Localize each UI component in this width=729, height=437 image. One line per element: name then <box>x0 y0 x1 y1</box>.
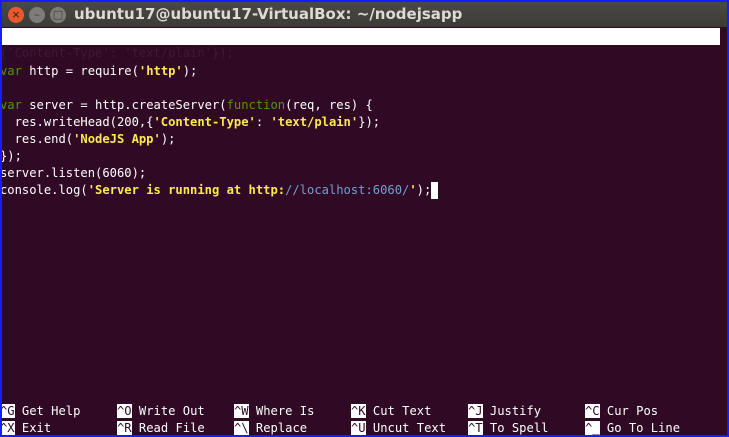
shortcut-item[interactable]: ^X Exit <box>2 420 51 435</box>
shortcut-item[interactable]: ^U Uncut Text <box>351 420 446 435</box>
shortcut-key: ^R <box>117 421 132 435</box>
shortcut-item[interactable]: ^O Write Out <box>117 403 205 420</box>
shortcut-label: Go To Line <box>599 421 681 435</box>
code-line: server.listen(6060); <box>2 166 147 180</box>
shortcut-key: ^J <box>468 404 483 418</box>
shortcut-item[interactable]: ^C Cur Pos <box>585 403 658 420</box>
title-bar[interactable]: × – □ ubuntu17@ubuntu17-VirtualBox: ~/no… <box>2 2 727 27</box>
shortcut-key: ^W <box>234 404 249 418</box>
shortcut-key: ^U <box>351 421 366 435</box>
terminal-window: × – □ ubuntu17@ubuntu17-VirtualBox: ~/no… <box>2 2 727 435</box>
shortcut-item[interactable]: ^R Read File <box>117 420 205 435</box>
shortcut-label: Exit <box>14 421 52 435</box>
shortcut-item[interactable]: ^J Justify <box>468 403 541 420</box>
shortcut-item[interactable]: ^W Where Is <box>234 403 314 420</box>
code-line: }); <box>2 149 22 163</box>
nano-header: GNU nano 2.7.4 File: server.js Modified <box>2 28 720 94</box>
maximize-button[interactable]: □ <box>50 7 66 23</box>
modified-status: Modified <box>630 80 689 94</box>
shortcut-label: Cur Pos <box>599 404 659 418</box>
ghost-line: {'Content-Type': 'text/plain'}); <box>2 46 234 60</box>
shortcut-key: ^X <box>2 421 15 435</box>
shortcut-item[interactable]: ^G Get Help <box>2 403 80 420</box>
shortcut-label: Justify <box>482 404 542 418</box>
close-button[interactable]: × <box>8 7 24 23</box>
shortcut-item[interactable]: ^T To Spell <box>468 420 548 435</box>
shortcut-label: Cut Text <box>365 404 432 418</box>
shortcut-key: ^T <box>468 421 483 435</box>
shortcut-key: ^C <box>585 404 600 418</box>
shortcut-item[interactable]: ^K Cut Text <box>351 403 431 420</box>
shortcut-key: ^K <box>351 404 366 418</box>
minimize-button[interactable]: – <box>29 7 45 23</box>
shortcut-key: ^\ <box>234 421 249 435</box>
shortcut-key: ^G <box>2 404 15 418</box>
shortcut-key: ^O <box>117 404 132 418</box>
text-cursor <box>431 182 439 199</box>
code-line: console.log('Server is running at http:/… <box>2 182 439 199</box>
shortcut-item[interactable]: ^\ Replace <box>234 420 307 435</box>
shortcut-label: Uncut Text <box>365 421 447 435</box>
shortcut-key: ^_ <box>585 421 600 435</box>
shortcut-label: To Spell <box>482 421 549 435</box>
file-name: File: server.js <box>310 63 420 77</box>
window-title: ubuntu17@ubuntu17-VirtualBox: ~/nodejsap… <box>74 5 463 23</box>
code-line: var http = require('http'); <box>2 64 198 78</box>
code-line: res.end('NodeJS App'); <box>2 132 176 146</box>
code-line: res.writeHead(200,{'Content-Type': 'text… <box>2 115 381 129</box>
shortcut-item[interactable]: ^_ Go To Line <box>585 420 680 435</box>
shortcut-label: Get Help <box>14 404 81 418</box>
shortcut-label: Write Out <box>131 404 205 418</box>
shortcut-label: Where Is <box>248 404 315 418</box>
shortcut-label: Read File <box>131 421 205 435</box>
shortcut-label: Replace <box>248 421 308 435</box>
code-line: var server = http.createServer(function(… <box>2 98 373 112</box>
